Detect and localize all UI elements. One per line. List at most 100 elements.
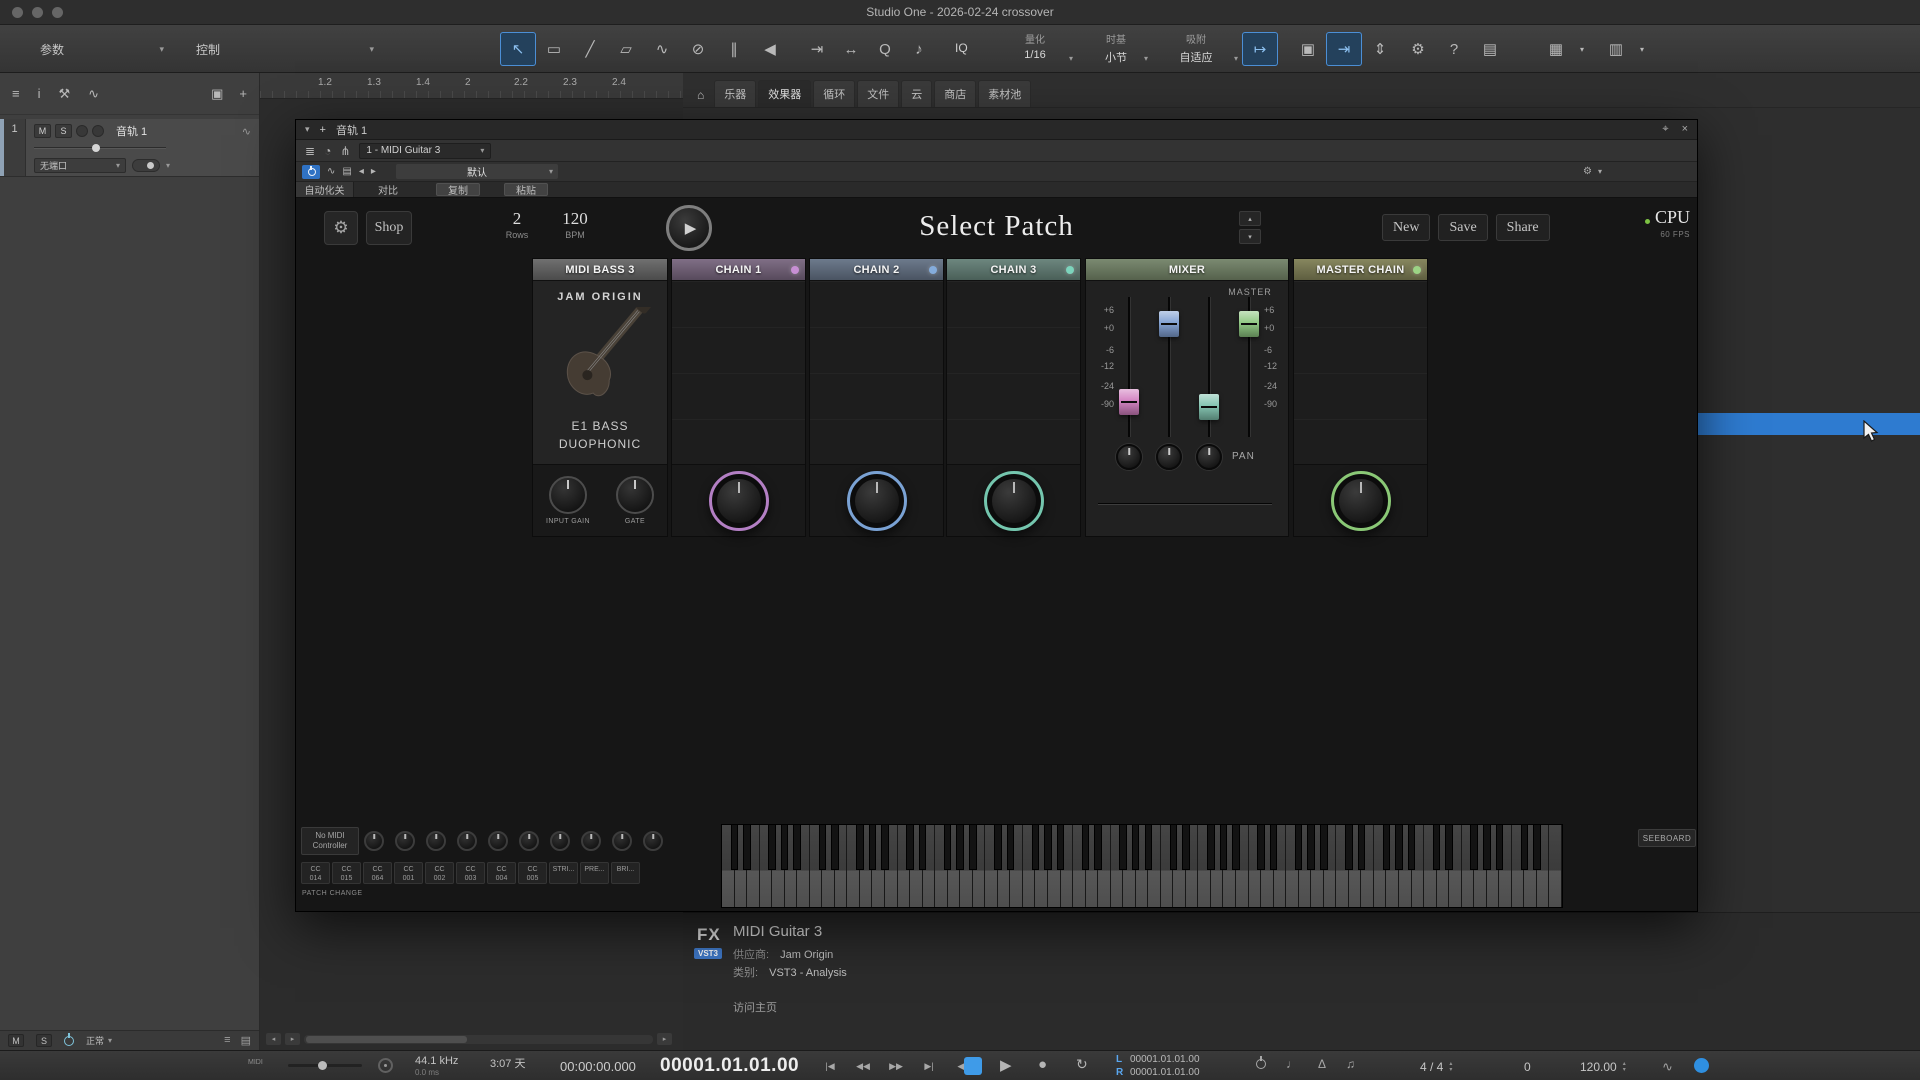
- iq-label[interactable]: IQ: [955, 41, 968, 55]
- chain-slots[interactable]: [810, 281, 943, 465]
- piano-key-black[interactable]: [1057, 825, 1065, 870]
- piano-key-black[interactable]: [1358, 825, 1366, 870]
- mute-button[interactable]: M: [34, 124, 51, 138]
- browser-tab-5[interactable]: 云: [901, 80, 932, 107]
- piano-key-black[interactable]: [1395, 825, 1403, 870]
- port-select[interactable]: 无端口 ▾: [34, 158, 126, 173]
- column-header[interactable]: MIDI BASS 3: [533, 259, 667, 281]
- record-button[interactable]: ●: [1038, 1056, 1047, 1073]
- piano-key-black[interactable]: [1170, 825, 1178, 870]
- overlap-view-button[interactable]: ▣: [1290, 32, 1326, 66]
- piano-key-black[interactable]: [1257, 825, 1265, 870]
- pan-knob-3[interactable]: [1196, 444, 1222, 470]
- piano-key-black[interactable]: [1345, 825, 1353, 870]
- piano-key-black[interactable]: [1145, 825, 1153, 870]
- home-icon[interactable]: ⌂: [689, 84, 712, 107]
- wrench-icon[interactable]: ⚒: [58, 86, 70, 102]
- piano-key-black[interactable]: [1132, 825, 1140, 870]
- loop-button[interactable]: ↻: [1076, 1056, 1088, 1073]
- click-volume-icon[interactable]: ♫: [1346, 1057, 1355, 1071]
- loop-start-time[interactable]: 00001.01.01.00: [1130, 1054, 1200, 1065]
- piano-key-black[interactable]: [743, 825, 751, 870]
- chain-volume-knob[interactable]: [984, 471, 1044, 531]
- piano-key-black[interactable]: [819, 825, 827, 870]
- loop-end-time[interactable]: 00001.01.01.00: [1130, 1067, 1200, 1078]
- piano-key-black[interactable]: [881, 825, 889, 870]
- instrument-select[interactable]: 1 - MIDI Guitar 3 ▾: [359, 143, 491, 159]
- footer-solo-button[interactable]: S: [36, 1034, 52, 1047]
- plugin-window-titlebar[interactable]: ▾ + 音轨 1 ⌖ ×: [296, 120, 1697, 140]
- volume-handle[interactable]: [92, 144, 100, 152]
- snap-toggle-button[interactable]: ↦: [1242, 32, 1278, 66]
- piano-key-black[interactable]: [1119, 825, 1127, 870]
- list-view-icon[interactable]: ▣: [211, 86, 223, 102]
- chain-slots[interactable]: [1294, 281, 1427, 465]
- next-marker-button[interactable]: ▶|: [917, 1057, 941, 1075]
- browser-tab-2[interactable]: 效果器: [758, 80, 811, 107]
- automation-icon[interactable]: ∿: [242, 125, 251, 138]
- params-dropdown[interactable]: 参数 ▾: [30, 33, 172, 65]
- piano-key-black[interactable]: [1383, 825, 1391, 870]
- collapse-icon[interactable]: ▾: [305, 124, 310, 135]
- fader-cap[interactable]: [1159, 311, 1179, 337]
- quantize-combo[interactable]: 量化 1/16 ▾: [995, 31, 1075, 67]
- fader-cap[interactable]: [1199, 394, 1219, 420]
- piano-key-black[interactable]: [781, 825, 789, 870]
- browser-tab-1[interactable]: 乐器: [714, 80, 756, 107]
- scroll-right-button[interactable]: ▸: [285, 1033, 300, 1045]
- piano-key-black[interactable]: [1445, 825, 1453, 870]
- split-tool-button[interactable]: ∥: [716, 32, 752, 66]
- pencil-tool-button[interactable]: ╱: [572, 32, 608, 66]
- compare-button[interactable]: 对比: [368, 182, 408, 197]
- piano-key-black[interactable]: [869, 825, 877, 870]
- cc-knob-6[interactable]: [519, 831, 539, 851]
- info-icon[interactable]: i: [38, 86, 41, 101]
- browser-selected-row[interactable]: [1698, 413, 1920, 435]
- output-volume-slider[interactable]: [288, 1064, 362, 1067]
- column-header[interactable]: CHAIN 1: [672, 259, 805, 281]
- piano-key-black[interactable]: [944, 825, 952, 870]
- piano-key-black[interactable]: [1533, 825, 1541, 870]
- listen-tool-button[interactable]: ◀: [752, 32, 788, 66]
- piano-key-black[interactable]: [1044, 825, 1052, 870]
- record-arm-button[interactable]: [76, 125, 88, 137]
- seaboard-button[interactable]: SEEBOARD: [1638, 829, 1696, 847]
- cc-knob-9[interactable]: [612, 831, 632, 851]
- piano-key-black[interactable]: [1094, 825, 1102, 870]
- patch-up-button[interactable]: ▴: [1239, 211, 1261, 226]
- help-button[interactable]: ?: [1436, 32, 1472, 66]
- column-header[interactable]: MIXER: [1086, 259, 1288, 281]
- cc-knob-8[interactable]: [581, 831, 601, 851]
- piano-key-black[interactable]: [1270, 825, 1278, 870]
- preset-file-icon[interactable]: ▤: [342, 166, 351, 177]
- piano-key-black[interactable]: [994, 825, 1002, 870]
- mute-tool-button[interactable]: ⊘: [680, 32, 716, 66]
- metronome-icon[interactable]: Δ: [1318, 1057, 1326, 1071]
- piano-key-black[interactable]: [1483, 825, 1491, 870]
- piano-key-black[interactable]: [1433, 825, 1441, 870]
- control-dropdown[interactable]: 控制 ▾: [186, 33, 382, 65]
- power-icon[interactable]: [64, 1036, 74, 1046]
- time-signature[interactable]: 4 / 4 ▴▾: [1420, 1060, 1452, 1074]
- bend-tool-button[interactable]: ∿: [644, 32, 680, 66]
- monitor-button[interactable]: [92, 125, 104, 137]
- vertical-swap-button[interactable]: ⇕: [1362, 32, 1398, 66]
- plugin-power-button[interactable]: [302, 165, 320, 179]
- scroll-left-button[interactable]: ◂: [266, 1033, 281, 1045]
- column-header[interactable]: MASTER CHAIN: [1294, 259, 1427, 281]
- status-blue-dot[interactable]: [1694, 1058, 1709, 1073]
- cc-knob-7[interactable]: [550, 831, 570, 851]
- piano-key-black[interactable]: [1320, 825, 1328, 870]
- offset-display[interactable]: 0: [1524, 1060, 1531, 1074]
- mixer-fader-4[interactable]: [1239, 297, 1259, 437]
- piano-key-black[interactable]: [1007, 825, 1015, 870]
- scrollbar-thumb[interactable]: [306, 1036, 467, 1043]
- rewind-button[interactable]: ◀◀: [851, 1057, 875, 1075]
- copy-button[interactable]: 复制: [436, 183, 480, 196]
- hamburger-icon[interactable]: ≡: [224, 1034, 230, 1047]
- main-time-display[interactable]: 00001.01.01.00: [660, 1055, 799, 1077]
- chevron-down-icon[interactable]: ▾: [1598, 167, 1602, 176]
- snap-combo[interactable]: 吸附 自适应 ▾: [1152, 31, 1240, 67]
- piano-key-black[interactable]: [856, 825, 864, 870]
- chevron-down-icon[interactable]: ▾: [1449, 1067, 1452, 1073]
